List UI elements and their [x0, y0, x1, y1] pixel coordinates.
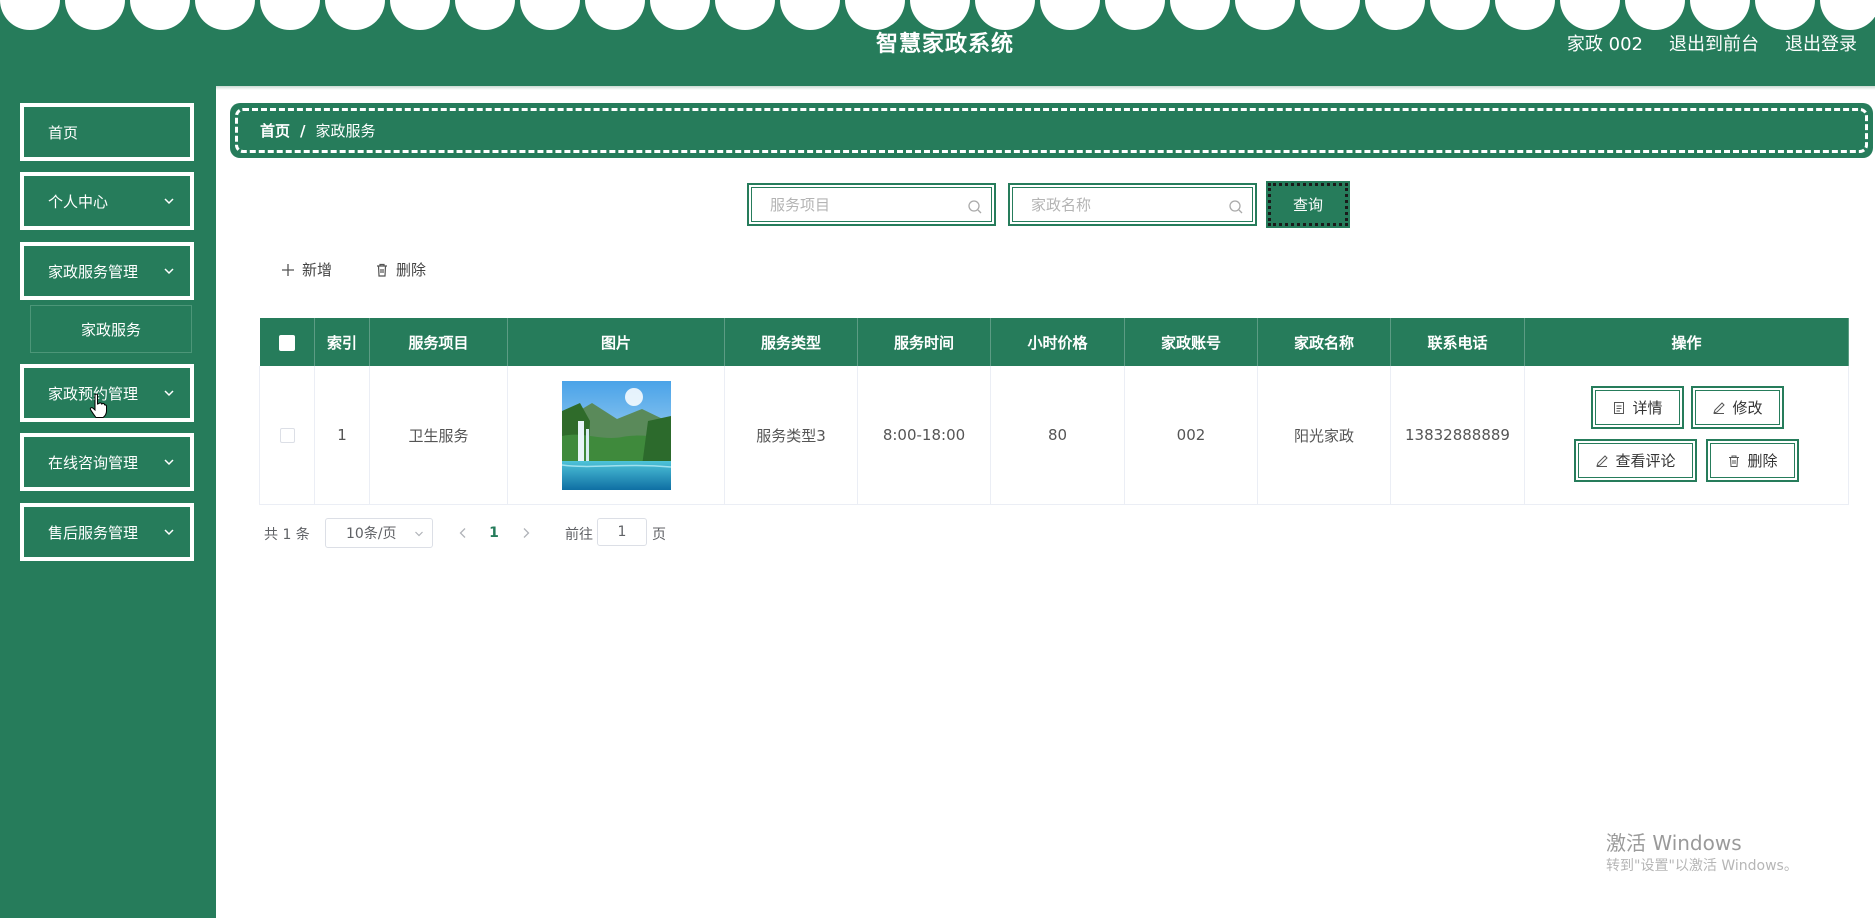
- service-search-input[interactable]: [752, 188, 991, 221]
- edit-button-label: 修改: [1732, 399, 1763, 417]
- view-review-button-label: 查看评论: [1615, 452, 1676, 470]
- view-review-button[interactable]: 查看评论: [1574, 439, 1697, 482]
- chevron-right-icon: [523, 528, 530, 538]
- sidebar-item-label: 家政服务管理: [48, 262, 139, 281]
- breadcrumb: 首页 / 家政服务: [230, 103, 1873, 158]
- column-header: 服务时间: [857, 318, 991, 366]
- service-table: 索引 服务项目 图片 服务类型 服务时间 小时价格 家政账号 家政名称 联系电话…: [259, 318, 1849, 505]
- table-row: 1 卫生服务 服务类型3 8:00-18:00 80 002 阳光家政 1383…: [259, 366, 1849, 505]
- document-icon: [1614, 401, 1625, 414]
- sidebar-item-aftersale-management[interactable]: 售后服务管理: [20, 503, 194, 561]
- trash-icon: [377, 263, 387, 277]
- name-search-input[interactable]: [1013, 188, 1252, 221]
- pagination-total: 共 1 条: [264, 527, 310, 543]
- service-search-box: [747, 183, 996, 226]
- column-header: 服务项目: [369, 318, 508, 366]
- edit-button[interactable]: 修改: [1691, 386, 1784, 429]
- current-user[interactable]: 家政 002: [1567, 30, 1643, 56]
- windows-activation-hint: 转到"设置"以激活 Windows。: [1606, 858, 1798, 874]
- row-checkbox[interactable]: [279, 428, 295, 443]
- breadcrumb-inner: 首页 / 家政服务: [235, 108, 1868, 153]
- chevron-down-icon: [164, 390, 174, 397]
- cell-image: [507, 366, 725, 505]
- sidebar: 首页 个人中心 家政服务管理 家政服务 家政预约管理 在线咨询管理 售后服务管理: [0, 86, 216, 918]
- delete-button-label: 删除: [396, 261, 427, 279]
- select-all-checkbox[interactable]: [278, 334, 295, 351]
- add-button[interactable]: 新增: [280, 259, 332, 280]
- header-shadow: [0, 86, 1875, 90]
- search-icon: [1229, 200, 1243, 214]
- sidebar-item-label: 售后服务管理: [48, 523, 139, 542]
- row-delete-button-label: 删除: [1747, 452, 1778, 470]
- page-size-value: 10条/页: [346, 526, 397, 542]
- detail-button[interactable]: 详情: [1591, 386, 1684, 429]
- sidebar-subitem-home-service[interactable]: 家政服务: [30, 305, 192, 353]
- row-delete-button[interactable]: 删除: [1706, 439, 1799, 482]
- cell-price: 80: [990, 366, 1125, 505]
- header-links: 家政 002 退出到前台 退出登录: [1541, 30, 1857, 56]
- detail-button-label: 详情: [1632, 399, 1663, 417]
- sidebar-item-home[interactable]: 首页: [20, 103, 194, 161]
- sidebar-item-service-management[interactable]: 家政服务管理: [20, 242, 194, 300]
- column-header: 联系电话: [1390, 318, 1525, 366]
- cell-actions: 详情 修改 查看评论 删除: [1524, 366, 1849, 505]
- breadcrumb-current: 家政服务: [315, 122, 376, 140]
- cell-name: 阳光家政: [1257, 366, 1391, 505]
- chevron-left-icon: [459, 528, 466, 538]
- windows-activation-watermark: 激活 Windows: [1606, 831, 1742, 855]
- add-button-label: 新增: [302, 261, 333, 279]
- row-select-cell: [259, 366, 315, 505]
- hand-cursor-icon: [89, 393, 107, 418]
- sidebar-item-personal-center[interactable]: 个人中心: [20, 172, 194, 230]
- next-page-button[interactable]: [516, 520, 536, 546]
- sidebar-item-label: 在线咨询管理: [48, 453, 139, 472]
- trash-icon: [1729, 455, 1740, 467]
- cell-account: 002: [1124, 366, 1258, 505]
- service-thumbnail-image[interactable]: [561, 380, 671, 490]
- breadcrumb-separator: /: [300, 121, 306, 140]
- goto-page-input[interactable]: 1: [597, 518, 647, 546]
- cell-time: 8:00-18:00: [857, 366, 991, 505]
- logout-link[interactable]: 退出登录: [1785, 30, 1857, 56]
- edit-pen-icon: [1713, 401, 1726, 414]
- top-header: 智慧家政系统 家政 002 退出到前台 退出登录: [0, 0, 1875, 86]
- batch-delete-button[interactable]: 删除: [374, 259, 426, 280]
- prev-page-button[interactable]: [453, 520, 473, 546]
- exit-to-front-link[interactable]: 退出到前台: [1669, 30, 1759, 56]
- cell-index: 1: [314, 366, 370, 505]
- chevron-down-icon: [164, 459, 174, 466]
- column-header: 操作: [1524, 318, 1849, 366]
- goto-label: 前往: [565, 527, 593, 543]
- sidebar-item-label: 个人中心: [48, 192, 109, 211]
- column-header: 服务类型: [724, 318, 858, 366]
- query-button[interactable]: 查询: [1266, 181, 1350, 228]
- column-header: 图片: [507, 318, 725, 366]
- edit-pen-icon: [1596, 454, 1609, 467]
- column-header: 家政名称: [1257, 318, 1391, 366]
- select-all-cell: [259, 318, 315, 366]
- sidebar-item-consult-management[interactable]: 在线咨询管理: [20, 433, 194, 491]
- column-header: 小时价格: [990, 318, 1125, 366]
- page-number-1[interactable]: 1: [487, 518, 501, 548]
- table-header-row: 索引 服务项目 图片 服务类型 服务时间 小时价格 家政账号 家政名称 联系电话…: [259, 318, 1849, 366]
- name-search-box: [1008, 183, 1257, 226]
- cell-type: 服务类型3: [724, 366, 858, 505]
- breadcrumb-home[interactable]: 首页: [260, 120, 290, 141]
- cell-service: 卫生服务: [369, 366, 508, 505]
- column-header: 索引: [314, 318, 370, 366]
- search-icon: [968, 200, 982, 214]
- sidebar-item-label: 首页: [48, 123, 79, 142]
- goto-unit: 页: [652, 527, 666, 543]
- chevron-down-icon: [164, 198, 174, 205]
- chevron-down-icon: [415, 531, 423, 537]
- page-size-select[interactable]: 10条/页: [325, 518, 433, 548]
- sidebar-item-appointment-management[interactable]: 家政预约管理: [20, 364, 194, 422]
- chevron-down-icon: [164, 529, 174, 536]
- plus-icon: [282, 263, 294, 276]
- chevron-down-icon: [164, 268, 174, 275]
- column-header: 家政账号: [1124, 318, 1258, 366]
- cell-phone: 13832888889: [1390, 366, 1525, 505]
